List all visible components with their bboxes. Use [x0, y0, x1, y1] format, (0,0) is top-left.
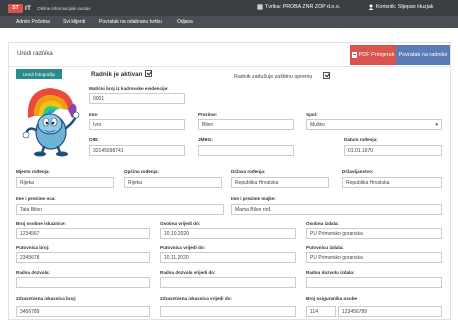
top-bar: ST IT Online informacijski sustav Tvrtka…	[0, 0, 458, 16]
last-name-input[interactable]: Bilen	[198, 119, 294, 130]
work-permit-valid-input[interactable]	[160, 277, 296, 288]
id-card-valid-input[interactable]: 10.10.2020	[160, 228, 296, 239]
page-title: Uredi radnika	[17, 51, 53, 57]
back-button-label: Povratak na radnike	[398, 52, 448, 58]
birth-date-input[interactable]: 01.01.1970	[344, 145, 442, 156]
id-card-issuer-label: Osobnu izdala:	[306, 221, 339, 226]
nav-admin-home[interactable]: Admin Početna	[16, 19, 50, 25]
oib-input[interactable]: 32145698741	[89, 145, 185, 156]
work-permit-issuer-input[interactable]	[306, 277, 442, 288]
passport-valid-label: Putovnica vrijedi do:	[160, 245, 206, 250]
work-permit-valid-label: Radna dozvola vrijedi do:	[160, 270, 216, 275]
passport-number-input[interactable]: 2345678	[16, 252, 150, 263]
citizenship-label: Državljanstvo:	[342, 169, 374, 174]
passport-number-label: Putovnica broj:	[16, 245, 50, 250]
id-card-number-input[interactable]: 1234567	[16, 228, 150, 239]
active-label: Radnik je aktivan	[91, 71, 143, 78]
firm-label: Tvrtka: PROBA ZNR ZOP d.o.o.	[265, 4, 341, 10]
gender-select[interactable]: Muško	[306, 119, 442, 130]
nav-bar: Admin Početna Svi klijenti Povratak na o…	[0, 16, 458, 28]
nav-logout[interactable]: Odjava	[177, 19, 193, 25]
jmbg-input[interactable]	[198, 145, 294, 156]
user-info: Korisnik: Stjepan Huzjak	[368, 4, 433, 10]
birth-date-label: Datum rođenja:	[344, 137, 378, 142]
passport-issuer-label: Putovnicu izdala:	[306, 245, 344, 250]
firm-info: Tvrtka: PROBA ZNR ZOP d.o.o.	[257, 4, 340, 10]
protective-equipment-label: Radnik zadužuje zaštitnu opremu	[234, 74, 313, 80]
birth-country-label: Država rođenja:	[231, 169, 266, 174]
brand[interactable]: ST IT Online informacijski sustav	[8, 3, 90, 13]
insured-prefix-input[interactable]: 114	[306, 306, 336, 317]
pdf-button-label: PDF Primjerak	[358, 52, 395, 58]
birth-place-input[interactable]: Rijeka	[16, 177, 114, 188]
birth-municipality-input[interactable]: Rijeka	[124, 177, 222, 188]
health-card-valid-label: Zdravstvena iskaznica vrijedi do:	[160, 296, 232, 301]
active-checkbox[interactable]	[145, 70, 152, 77]
citizenship-input[interactable]: Republika Hrvatska	[342, 177, 442, 188]
nav-all-clients[interactable]: Svi klijenti	[63, 19, 85, 25]
nav-back-to-company[interactable]: Povratak na odabranu tvrtku	[99, 19, 162, 25]
work-permit-issuer-label: Radnu dozvolu izdala:	[306, 270, 355, 275]
building-icon	[257, 4, 263, 10]
health-card-valid-input[interactable]	[160, 306, 296, 317]
birth-place-label: Mjesto rođenja:	[16, 169, 50, 174]
pdf-button[interactable]: PDF Primjerak	[350, 45, 396, 65]
passport-issuer-input[interactable]: PU Primorsko goranska	[306, 252, 442, 263]
first-name-input[interactable]: Ivor	[89, 119, 185, 130]
jmbg-label: JMBG:	[198, 137, 213, 142]
brand-suffix: IT	[25, 4, 32, 12]
birth-country-input[interactable]: Republika Hrvatska	[231, 177, 329, 188]
insured-number-input[interactable]: 123456789	[338, 306, 442, 317]
id-card-issuer-input[interactable]: PU Primorsko goranska	[306, 228, 442, 239]
protective-equipment-checkbox[interactable]	[323, 72, 330, 79]
oib-label: OIB:	[89, 137, 99, 142]
health-card-number-input[interactable]: 3456789	[16, 306, 150, 317]
first-name-label: Ime:	[89, 112, 99, 117]
registry-number-input[interactable]: 0001	[89, 93, 185, 104]
birth-municipality-label: Općina rođenja:	[124, 169, 159, 174]
worker-photo	[22, 88, 80, 157]
father-name-label: Ime i prezime oca:	[16, 196, 56, 201]
id-card-number-label: Broj osobne iskaznice:	[16, 221, 67, 226]
user-label: Korisnik: Stjepan Huzjak	[376, 4, 434, 10]
brand-subtitle: Online informacijski sustav	[37, 5, 91, 11]
last-name-label: Prezime:	[198, 112, 218, 117]
pdf-icon	[351, 52, 357, 58]
id-card-valid-label: Osobna vrijedi do:	[160, 221, 201, 226]
registry-number-label: Matični broj iz kadrovske evidencije:	[89, 86, 169, 91]
mother-name-input[interactable]: Mama Bilen rođ.	[231, 204, 442, 215]
mother-name-label: Ime i prezime majke:	[231, 196, 276, 201]
work-permit-label: Radna dozvola:	[16, 270, 50, 275]
gender-label: Spol:	[306, 112, 318, 117]
work-permit-input[interactable]	[16, 277, 150, 288]
father-name-input[interactable]: Tata Bilen	[16, 204, 224, 215]
insured-number-label: Broj osiguranika osobe	[306, 296, 358, 301]
edit-photo-button[interactable]: Uredi fotografiju	[16, 69, 62, 79]
user-icon	[368, 4, 374, 10]
passport-valid-input[interactable]: 10.11.2020	[160, 252, 296, 263]
health-card-number-label: Zdravstvena iskaznica broj:	[16, 296, 77, 301]
back-to-workers-button[interactable]: Povratak na radnike	[396, 45, 450, 65]
card-header: Uredi radnika PDF Primjerak Povratak na …	[9, 43, 452, 67]
brand-logo: ST	[8, 3, 23, 13]
